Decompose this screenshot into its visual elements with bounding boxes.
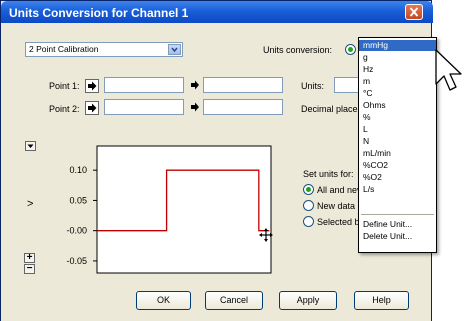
unit-option-o2[interactable]: %O2 [359,172,436,183]
unit-option-l-s[interactable]: L/s [359,184,436,195]
unit-option-ohms[interactable]: Ohms [359,100,436,111]
set-units-radio-all[interactable] [303,184,314,195]
chevron-down-icon [171,47,178,53]
point1-arrow-icon [191,80,199,90]
calibration-select[interactable]: 2 Point Calibration [25,42,183,57]
point1-capture-button[interactable] [85,79,99,93]
unit-option-mmhg[interactable]: mmHg [359,40,436,51]
close-icon [409,7,419,17]
chart-area: 0.10 0.05 -0.00 -0.05 [23,139,289,277]
arrow-right-icon [88,103,97,113]
delete-unit-option[interactable]: Delete Unit... [359,231,436,242]
set-units-radio-new[interactable] [303,200,314,211]
y-tick-label: 0.05 [69,195,87,205]
set-units-label: Set units for: [303,169,354,179]
apply-button[interactable]: Apply [279,291,337,310]
unit-option-g[interactable]: g [359,52,436,63]
point2-label: Point 2: [49,104,80,114]
units-label: Units: [301,81,325,91]
close-button[interactable] [405,4,423,20]
set-units-radio-selected[interactable] [303,216,314,227]
point1-raw-input[interactable] [104,77,184,93]
point2-raw-input[interactable] [104,99,184,115]
unit-option-l[interactable]: L [359,124,436,135]
point2-capture-button[interactable] [85,101,99,115]
y-tick-label: 0.10 [69,165,87,175]
unit-option-celsius[interactable]: °C [359,88,436,99]
resize-cursor-icon [259,228,273,242]
dropdown-separator [361,214,434,215]
unit-option-percent[interactable]: % [359,112,436,123]
window-title: Units Conversion for Channel 1 [9,6,189,20]
point1-label: Point 1: [49,81,80,91]
set-units-option-new[interactable]: New data [317,201,355,211]
y-tick-label: -0.00 [66,226,87,236]
units-conversion-label: Units conversion: [263,45,333,55]
help-button[interactable]: Help [354,291,409,310]
arrow-right-icon [88,81,97,91]
chart-svg: 0.10 0.05 -0.00 -0.05 [66,145,272,274]
decimal-places-label: Decimal places [301,104,363,114]
unit-option-ml-min[interactable]: mL/min [359,148,436,159]
calibration-dropdown-button[interactable] [168,44,181,55]
calibration-select-value: 2 Point Calibration [29,44,99,54]
point2-arrow-icon [191,102,199,112]
set-units-option-all[interactable]: All and nev [317,185,362,195]
unit-option-co2[interactable]: %CO2 [359,160,436,171]
units-conversion-radio[interactable] [345,44,356,55]
cancel-button[interactable]: Cancel [205,291,263,310]
unit-option-n[interactable]: N [359,136,436,147]
unit-option-hz[interactable]: Hz [359,64,436,75]
plot-area [96,145,272,274]
set-units-option-selected[interactable]: Selected b [317,217,360,227]
y-tick-label: -0.05 [66,256,87,266]
unit-option-m[interactable]: m [359,76,436,87]
define-unit-option[interactable]: Define Unit... [359,219,436,230]
units-dropdown-list[interactable]: mmHg g Hz m °C Ohms % L N mL/min %CO2 %O… [358,37,437,253]
units-input[interactable] [334,77,359,93]
ok-button[interactable]: OK [136,291,191,310]
point2-value-input[interactable] [203,99,283,115]
title-bar: Units Conversion for Channel 1 [1,1,433,23]
mouse-pointer-icon [435,49,462,91]
point1-value-input[interactable] [203,77,283,93]
